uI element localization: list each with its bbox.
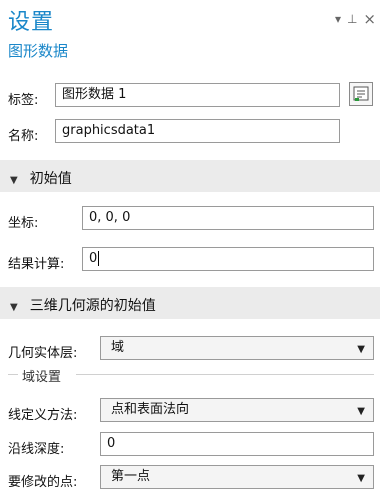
line-method-value: 点和表面法向: [111, 402, 190, 417]
section-geometry-initial-label: 三维几何源的初始值: [29, 298, 156, 314]
dropdown-icon[interactable]: ▾: [335, 12, 341, 26]
text-cursor: [98, 251, 100, 266]
close-icon[interactable]: ×: [363, 10, 376, 28]
group-separator-left: [8, 374, 18, 375]
name-input[interactable]: graphicsdata1: [55, 119, 340, 143]
depth-label: 沿线深度:: [8, 442, 65, 457]
group-separator-right: [76, 374, 374, 375]
line-method-label: 线定义方法:: [8, 408, 78, 423]
panel-title: 设置: [8, 10, 55, 35]
section-geometry-initial[interactable]: ▼ 三维几何源的初始值: [0, 287, 380, 319]
domain-settings-label: 域设置: [22, 370, 62, 385]
comment-icon[interactable]: [349, 82, 373, 106]
depth-input[interactable]: 0: [100, 432, 374, 456]
tag-input[interactable]: 图形数据 1: [55, 83, 340, 107]
section-initial-values-label: 初始值: [29, 171, 72, 187]
entity-level-select[interactable]: 域 ▼: [100, 336, 374, 360]
window-controls: ▾ ⊥ ×: [335, 10, 376, 28]
result-label: 结果计算:: [8, 257, 65, 272]
coord-input[interactable]: 0, 0, 0: [82, 206, 374, 230]
entity-level-value: 域: [111, 340, 125, 355]
tag-label: 标签:: [8, 93, 39, 108]
pin-icon[interactable]: ⊥: [347, 12, 357, 26]
point-select[interactable]: 第一点 ▼: [100, 465, 374, 489]
coord-label: 坐标:: [8, 216, 39, 231]
entity-level-label: 几何实体层:: [8, 346, 78, 361]
collapse-triangle-icon: ▼: [10, 302, 18, 313]
section-initial-values[interactable]: ▼ 初始值: [0, 160, 380, 192]
chevron-down-icon: ▼: [357, 344, 365, 355]
collapse-triangle-icon: ▼: [10, 175, 18, 186]
result-value: 0: [89, 251, 98, 266]
result-input[interactable]: 0: [82, 247, 374, 271]
point-label: 要修改的点:: [8, 475, 78, 490]
panel-subtitle: 图形数据: [8, 42, 69, 60]
point-value: 第一点: [111, 469, 151, 484]
chevron-down-icon: ▼: [357, 406, 365, 417]
line-method-select[interactable]: 点和表面法向 ▼: [100, 398, 374, 422]
chevron-down-icon: ▼: [357, 473, 365, 484]
name-label: 名称:: [8, 129, 39, 144]
